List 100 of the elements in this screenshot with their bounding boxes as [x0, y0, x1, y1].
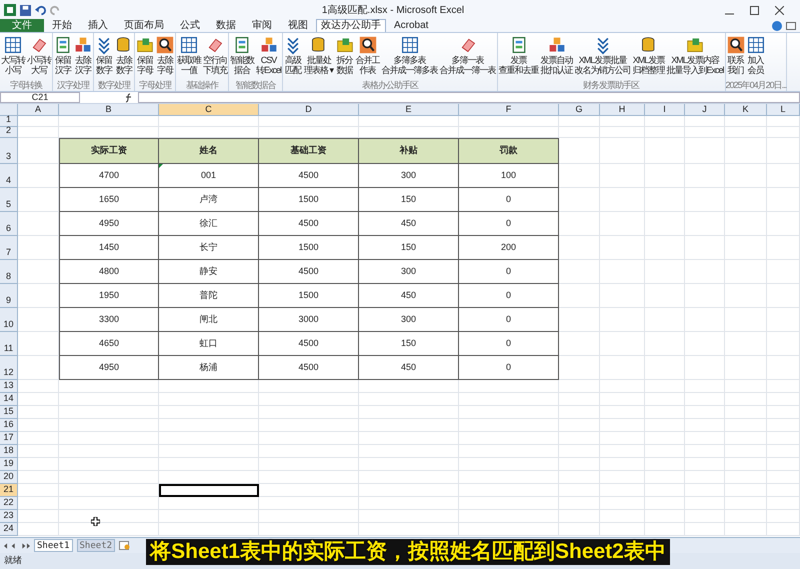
close-icon[interactable] [775, 6, 784, 14]
ribbon-tab[interactable]: 审阅 [244, 19, 280, 32]
column-header[interactable]: F [459, 104, 559, 115]
row-header[interactable]: 23 [0, 510, 18, 523]
empty-cell[interactable] [559, 127, 600, 138]
empty-cell[interactable] [645, 164, 685, 188]
empty-cell[interactable] [259, 406, 359, 419]
empty-cell[interactable] [600, 260, 645, 284]
empty-cell[interactable] [259, 432, 359, 445]
row-header[interactable]: 20 [0, 471, 18, 484]
empty-cell[interactable] [59, 471, 159, 484]
undo-icon[interactable] [35, 4, 46, 16]
empty-cell[interactable] [600, 432, 645, 445]
empty-cell[interactable] [359, 445, 459, 458]
empty-cell[interactable] [159, 393, 259, 406]
empty-cell[interactable] [645, 138, 685, 164]
empty-cell[interactable] [59, 497, 159, 510]
empty-cell[interactable] [359, 523, 459, 536]
empty-cell[interactable] [645, 356, 685, 380]
empty-cell[interactable] [685, 432, 725, 445]
empty-cell[interactable] [685, 523, 725, 536]
empty-cell[interactable] [459, 471, 559, 484]
empty-cell[interactable] [767, 116, 800, 127]
empty-cell[interactable] [645, 458, 685, 471]
ribbon-button[interactable]: 拆分 数据 [334, 35, 355, 75]
empty-cell[interactable] [459, 497, 559, 510]
row-header[interactable]: 4 [0, 164, 18, 188]
empty-cell[interactable] [767, 523, 800, 536]
row-header[interactable]: 11 [0, 332, 18, 356]
ribbon-tab[interactable]: 开始 [44, 19, 80, 32]
row-header[interactable]: 16 [0, 419, 18, 432]
ribbon-button[interactable]: 小写转 大写 [26, 35, 52, 75]
empty-cell[interactable] [259, 380, 359, 393]
column-header[interactable]: E [359, 104, 459, 115]
ribbon-button[interactable]: XML发票 归档整理 [632, 35, 666, 75]
empty-cell[interactable] [645, 212, 685, 236]
empty-cell[interactable] [725, 523, 767, 536]
row-header[interactable]: 10 [0, 308, 18, 332]
empty-cell[interactable] [685, 260, 725, 284]
row-header[interactable]: 1 [0, 116, 18, 127]
empty-cell[interactable] [559, 393, 600, 406]
empty-cell[interactable] [359, 510, 459, 523]
empty-cell[interactable] [685, 510, 725, 523]
function-icon[interactable] [124, 92, 134, 102]
ribbon-button[interactable]: 去除 汉字 [73, 35, 93, 75]
ribbon-tab[interactable]: Acrobat [386, 19, 436, 32]
empty-cell[interactable] [359, 380, 459, 393]
row-header[interactable]: 8 [0, 260, 18, 284]
ribbon-button[interactable]: 去除 数字 [114, 35, 134, 75]
row-header[interactable]: 13 [0, 380, 18, 393]
empty-cell[interactable] [600, 284, 645, 308]
ribbon-button[interactable]: 大写转 小写 [0, 35, 26, 75]
empty-cell[interactable] [645, 116, 685, 127]
empty-cell[interactable] [159, 406, 259, 419]
empty-cell[interactable] [767, 138, 800, 164]
ribbon-button[interactable]: 批量处 理表格 ▾ [303, 35, 335, 75]
empty-cell[interactable] [559, 510, 600, 523]
empty-cell[interactable] [645, 432, 685, 445]
empty-cell[interactable] [59, 393, 159, 406]
empty-cell[interactable] [767, 484, 800, 497]
empty-cell[interactable] [725, 406, 767, 419]
column-header[interactable]: D [259, 104, 359, 115]
empty-cell[interactable] [645, 497, 685, 510]
empty-cell[interactable] [459, 116, 559, 127]
sheet-tab[interactable]: Sheet2 [76, 539, 116, 552]
empty-cell[interactable] [559, 497, 600, 510]
empty-cell[interactable] [685, 484, 725, 497]
empty-cell[interactable] [767, 406, 800, 419]
empty-cell[interactable] [600, 356, 645, 380]
empty-cell[interactable] [459, 419, 559, 432]
empty-cell[interactable] [600, 471, 645, 484]
empty-cell[interactable] [600, 164, 645, 188]
column-header[interactable]: A [18, 104, 59, 115]
empty-cell[interactable] [59, 484, 159, 497]
ribbon-tab[interactable]: 文件 [0, 19, 44, 32]
empty-cell[interactable] [159, 458, 259, 471]
empty-cell[interactable] [767, 445, 800, 458]
empty-cell[interactable] [59, 116, 159, 127]
empty-cell[interactable] [645, 127, 685, 138]
empty-cell[interactable] [159, 380, 259, 393]
empty-cell[interactable] [685, 188, 725, 212]
empty-cell[interactable] [600, 393, 645, 406]
ribbon-tab[interactable]: 页面布局 [116, 19, 172, 32]
empty-cell[interactable] [359, 484, 459, 497]
insert-sheet-icon[interactable] [119, 541, 130, 550]
row-header[interactable]: 9 [0, 284, 18, 308]
empty-cell[interactable] [159, 445, 259, 458]
empty-cell[interactable] [645, 236, 685, 260]
row-header[interactable]: 14 [0, 393, 18, 406]
empty-cell[interactable] [59, 380, 159, 393]
empty-cell[interactable] [685, 380, 725, 393]
ribbon-button[interactable]: XML发票内容 批量导入到Excel [666, 35, 725, 75]
ribbon-button[interactable]: 多簿多表 合并成一簿多表 [380, 35, 439, 75]
empty-cell[interactable] [725, 419, 767, 432]
empty-cell[interactable] [259, 393, 359, 406]
empty-cell[interactable] [159, 497, 259, 510]
empty-cell[interactable] [600, 127, 645, 138]
empty-cell[interactable] [725, 497, 767, 510]
empty-cell[interactable] [685, 356, 725, 380]
empty-cell[interactable] [359, 406, 459, 419]
